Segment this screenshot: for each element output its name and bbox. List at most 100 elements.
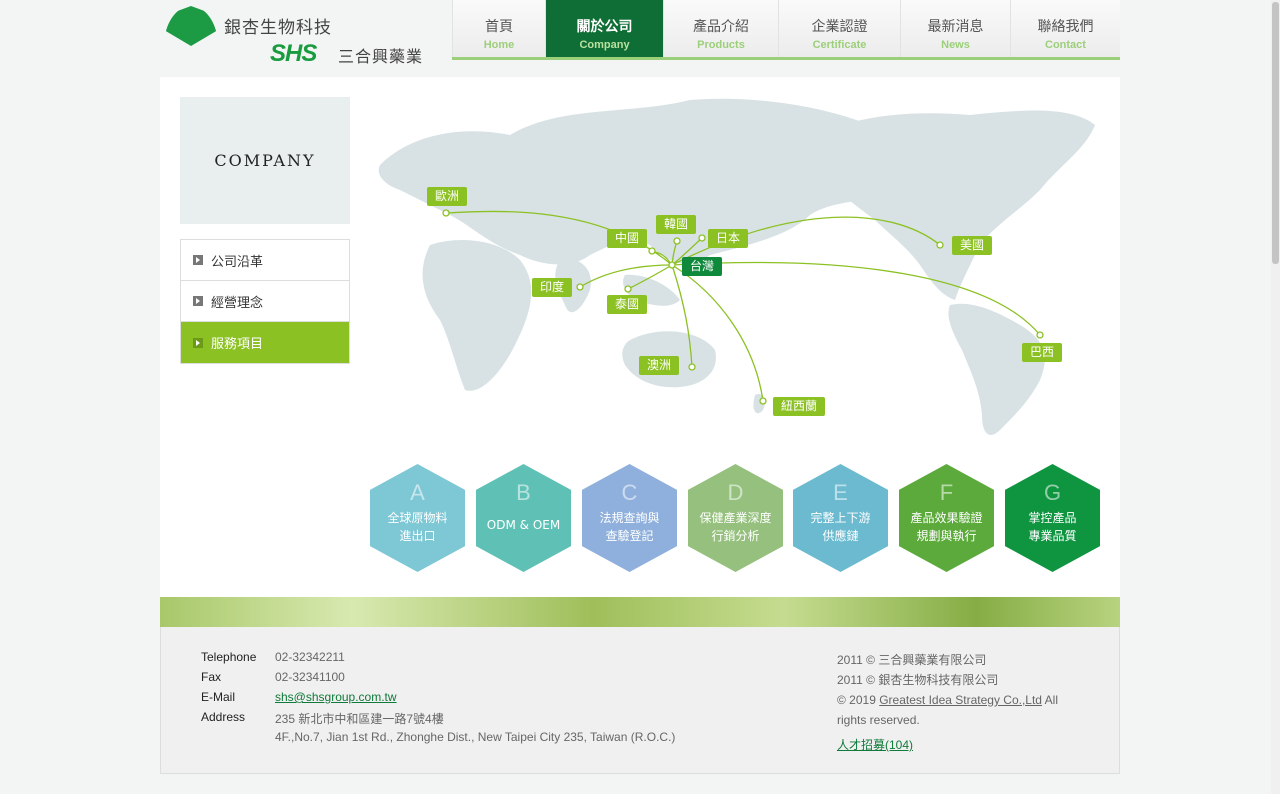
sidebar-item-history[interactable]: 公司沿革 [181,240,349,281]
map-label-australia: 澳洲 [639,356,680,375]
sidebar-item-services[interactable]: 服務項目 [181,322,349,363]
header: 銀杏生物科技 SHS 三合興藥業 首頁 Home 關於公司 Company 產品介紹… [160,0,1120,77]
sidebar-item-label: 經營理念 [211,295,264,311]
service-letter: D [727,480,744,505]
address-spacer [201,730,275,750]
service-line2: 規劃與執行 [916,529,977,543]
nav-products[interactable]: 產品介紹 Products [663,0,778,57]
service-line2: 供應鏈 [822,529,859,543]
scrollbar[interactable] [1271,0,1280,794]
main-content: COMPANY 公司沿革 經營理念 服務項目 歐洲 中國 韓國 日本 台灣 印度… [160,77,1120,597]
service-hex-c[interactable]: C 法規查詢與查驗登記 [582,464,677,572]
grass-banner [160,597,1120,627]
nav-contact-zh: 聯絡我們 [1037,19,1094,35]
world-map-graphic [378,98,1095,435]
service-hex-b[interactable]: B ODM & OEM [476,464,571,572]
map-label-india: 印度 [532,278,573,297]
map-label-taiwan: 台灣 [682,257,723,276]
service-line2: 專業品質 [1028,529,1077,543]
service-line1: 法規查詢與 [599,511,660,525]
section-title: COMPANY [214,151,316,170]
map-label-japan: 日本 [708,229,749,248]
service-hexagons: A 全球原物料進出口 B ODM & OEM C 法規查詢與查驗登記 D 保健產業深度行… [370,464,1100,572]
sidebar-item-philosophy[interactable]: 經營理念 [181,281,349,322]
ginkgo-leaf-icon [164,6,218,46]
service-line1: 全球原物料 [387,511,448,525]
arrow-right-icon [193,296,203,306]
service-line1: 保健產業深度 [699,511,772,525]
service-hex-a[interactable]: A 全球原物料進出口 [370,464,465,572]
nav-certificate-zh: 企業認證 [811,19,868,35]
footer-copyright: 2011 © 三合興藥業有限公司 2011 © 銀杏生物科技有限公司 © 201… [837,650,1077,755]
recruit-link[interactable]: 人才招募(104) [837,735,1077,755]
map-label-brazil: 巴西 [1022,343,1063,362]
arrow-right-icon [193,337,203,348]
service-letter: C [621,480,638,505]
address-zh: 235 新北市中和區建一路7號4樓 [275,712,444,726]
service-letter: A [410,480,425,505]
telephone-value: 02-32342211 [275,650,345,664]
service-line2: 進出口 [399,529,436,543]
service-letter: E [833,480,848,505]
service-line2: 行銷分析 [711,529,760,543]
footer: Telephone 02-32342211 Fax 02-32341100 E-Ma… [160,627,1120,774]
map-label-europe: 歐洲 [427,187,468,206]
address-label: Address [201,710,246,724]
nav-company[interactable]: 關於公司 Company [545,0,663,57]
page-wrapper: 銀杏生物科技 SHS 三合興藥業 首頁 Home 關於公司 Company 產品介紹… [160,0,1120,774]
section-title-box: COMPANY [180,97,350,224]
copyright-shs: 2011 © 三合興藥業有限公司 [837,653,987,667]
arrow-right-icon [193,255,203,265]
service-line2: 查驗登記 [605,529,654,543]
sidebar-item-label: 服務項目 [211,337,264,352]
service-letter: G [1043,480,1062,505]
nav-home[interactable]: 首頁 Home [452,0,545,57]
designer-link[interactable]: Greatest Idea Strategy Co.,Ltd [879,693,1042,707]
nav-news[interactable]: 最新消息 News [900,0,1010,57]
sidebar-item-label: 公司沿革 [211,254,264,270]
world-map: 歐洲 中國 韓國 日本 台灣 印度 泰國 澳洲 紐西蘭 美國 巴西 [370,95,1100,445]
service-hex-g[interactable]: G 掌控產品專業品質 [1005,464,1100,572]
service-line1: 完整上下游 [810,511,871,525]
address-en: 4F.,No.7, Jian 1st Rd., Zhonghe Dist., N… [275,730,676,744]
copyright-gingko: 2011 © 銀杏生物科技有限公司 [837,673,999,687]
map-label-china: 中國 [607,229,648,248]
fax-label: Fax [201,670,222,684]
copyright-prefix: © 2019 [837,693,876,707]
brand-name-shs: 三合興藥業 [338,47,424,66]
email-label: E-Mail [201,690,236,704]
telephone-label: Telephone [201,650,257,664]
service-letter: B [516,480,531,505]
map-label-korea: 韓國 [656,215,697,234]
nav-products-en: Products [697,39,745,51]
nav-certificate-en: Certificate [812,39,867,51]
main-nav: 首頁 Home 關於公司 Company 產品介紹 Products 企業認證 Cert… [452,0,1120,60]
nav-certificate[interactable]: 企業認證 Certificate [778,0,900,57]
nav-company-en: Company [579,39,630,51]
nav-products-zh: 產品介紹 [693,19,749,35]
map-label-thailand: 泰國 [607,295,648,314]
nav-news-zh: 最新消息 [927,19,984,35]
service-line1: 產品效果驗證 [910,511,983,525]
copyright-designer: © 2019 Greatest Idea Strategy Co.,Ltd Al… [837,690,1077,730]
service-line1: 掌控產品 [1028,511,1077,525]
service-line1: ODM & OEM [486,518,561,532]
map-label-newzealand: 紐西蘭 [773,397,826,416]
footer-contact: Telephone 02-32342211 Fax 02-32341100 E-Ma… [201,650,675,750]
service-hex-d[interactable]: D 保健產業深度 行銷分析 [688,464,783,572]
brand-name-gingko: 銀杏生物科技 [224,18,332,38]
scrollbar-thumb[interactable] [1272,2,1279,264]
map-label-usa: 美國 [952,236,993,255]
nav-news-en: News [941,39,970,51]
nav-contact[interactable]: 聯絡我們 Contact [1010,0,1120,57]
shs-logo-text: SHS [270,40,317,67]
sidebar-submenu: 公司沿革 經營理念 服務項目 [180,239,350,364]
site-logo[interactable]: 銀杏生物科技 SHS 三合興藥業 [160,0,450,72]
fax-value: 02-32341100 [275,670,345,684]
service-hex-e[interactable]: E 完整上下游供應鏈 [793,464,888,572]
service-hex-f[interactable]: F 產品效果驗證 規劃與執行 [899,464,994,572]
nav-home-zh: 首頁 [485,19,513,35]
service-letter: F [939,480,954,505]
email-link[interactable]: shs@shsgroup.com.tw [275,690,397,710]
nav-company-zh: 關於公司 [576,19,633,35]
